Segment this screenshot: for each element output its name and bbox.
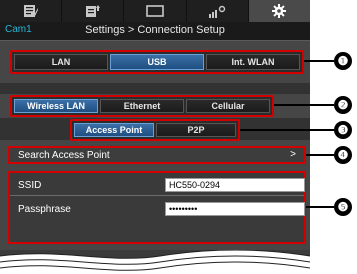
torn-edge-wave (0, 250, 310, 274)
status-list-icon (23, 5, 38, 17)
ssid-field[interactable]: HC550-0294 (165, 178, 305, 192)
passphrase-label: Passphrase (18, 204, 71, 215)
option-ethernet[interactable]: Ethernet (100, 99, 184, 113)
callout-2: ❷ (274, 96, 352, 114)
connection-type-selector: LAN USB Int. WLAN (10, 50, 304, 74)
network-type-selector: Wireless LAN Ethernet Cellular (10, 95, 274, 117)
callout-number: ❸ (334, 121, 352, 139)
callout-number: ❶ (334, 52, 352, 70)
callout-number: ❹ (334, 146, 352, 164)
option-cellular[interactable]: Cellular (186, 99, 270, 113)
tab-stats[interactable] (187, 0, 249, 22)
band-gap (0, 83, 310, 94)
callout-number: ❺ (334, 198, 352, 216)
tab-settings[interactable] (248, 0, 310, 22)
option-p2p[interactable]: P2P (156, 123, 236, 137)
ssid-label: SSID (18, 180, 42, 191)
chevron-right-icon: > (290, 149, 296, 160)
passphrase-field[interactable]: ••••••••• (165, 202, 305, 216)
option-access-point[interactable]: Access Point (74, 123, 154, 137)
tab-files[interactable] (62, 0, 125, 22)
menu-tab-bar (0, 0, 310, 22)
settings-gear-icon (272, 4, 287, 18)
breadcrumb: Settings > Connection Setup (85, 24, 225, 36)
callout-number: ❷ (334, 96, 352, 114)
callout-5: ❺ (306, 198, 352, 216)
search-access-point-label: Search Access Point (18, 150, 110, 161)
wlan-mode-selector: Access Point P2P (70, 119, 240, 141)
option-usb[interactable]: USB (110, 54, 204, 70)
tab-display[interactable] (124, 0, 187, 22)
option-wireless-lan[interactable]: Wireless LAN (14, 99, 98, 113)
callout-4: ❹ (306, 146, 352, 164)
screen-header: Cam1 Settings > Connection Setup (0, 22, 310, 41)
row-divider (10, 195, 304, 196)
option-int-wlan[interactable]: Int. WLAN (206, 54, 300, 70)
search-access-point-row[interactable]: Search Access Point > (8, 146, 306, 164)
display-icon (146, 5, 164, 17)
stats-gear-icon (209, 5, 226, 18)
callout-1: ❶ (304, 52, 352, 70)
credentials-box: SSID HC550-0294 Passphrase ••••••••• (8, 171, 306, 244)
file-upload-icon (85, 5, 100, 17)
option-lan[interactable]: LAN (14, 54, 108, 70)
callout-3: ❸ (240, 121, 352, 139)
tab-status[interactable] (0, 0, 63, 22)
